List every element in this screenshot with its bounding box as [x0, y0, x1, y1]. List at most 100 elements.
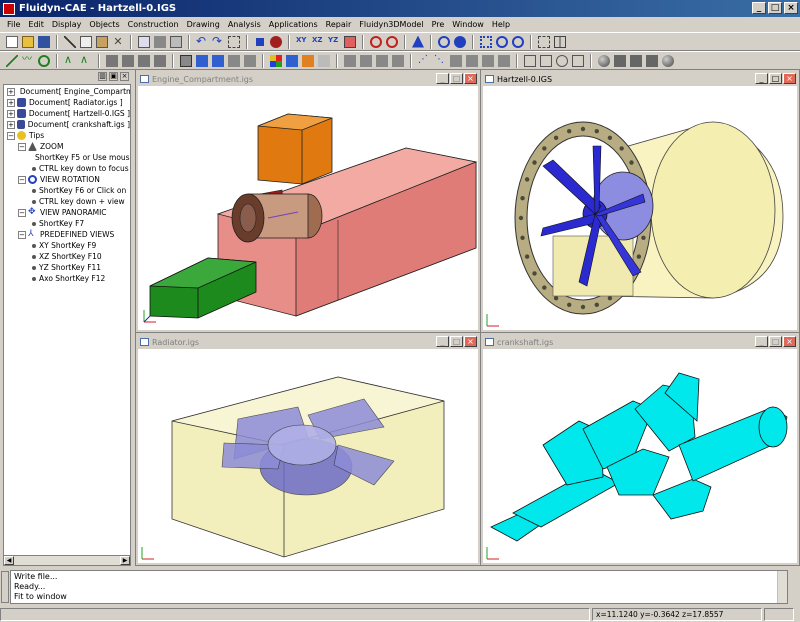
tree-document-engine[interactable]: + Document[ Engine_Compartment.igs ]	[4, 86, 130, 97]
open-folder-icon[interactable]	[22, 35, 34, 48]
mesh3-icon[interactable]	[376, 54, 388, 67]
tree-tips[interactable]: − Tips	[4, 130, 130, 141]
window-maximize-button[interactable]: □	[769, 336, 782, 347]
output-log[interactable]: Write file... Ready... Fit to window	[10, 570, 788, 604]
menu-file[interactable]: File	[3, 20, 24, 29]
redo-icon[interactable]: ↷	[212, 35, 224, 48]
tree-tip-item[interactable]: ShortKey F5 or Use mouse	[4, 152, 130, 163]
expand-icon[interactable]: +	[7, 87, 15, 96]
polyline-icon[interactable]: 〰	[22, 54, 34, 67]
light-icon[interactable]	[318, 54, 330, 67]
view-window-engine[interactable]: Engine_Compartment.igs _ □ ×	[135, 69, 481, 333]
close-button[interactable]: ×	[784, 2, 798, 14]
tree-document-crankshaft[interactable]: + Document[ crankshaft.igs ]	[4, 119, 130, 130]
tree-tip-item[interactable]: ShortKey F6 or Click on	[4, 185, 130, 196]
filter-icon[interactable]	[254, 35, 266, 48]
menu-drawing[interactable]: Drawing	[183, 20, 224, 29]
tree-tip-item[interactable]: YZ ShortKey F11	[4, 262, 130, 273]
surface3-icon[interactable]	[138, 54, 150, 67]
collapse-icon[interactable]: −	[7, 131, 15, 140]
mesh2-icon[interactable]	[360, 54, 372, 67]
tree-tip-item[interactable]: CTRL key down to focus	[4, 163, 130, 174]
menu-construction[interactable]: Construction	[124, 20, 183, 29]
new-file-icon[interactable]	[6, 35, 18, 48]
scroll-left-icon[interactable]: ◀	[4, 556, 14, 565]
radiator-viewport[interactable]	[138, 349, 478, 563]
menu-edit[interactable]: Edit	[24, 20, 48, 29]
hartzell-fan-viewport[interactable]	[483, 86, 797, 330]
collapse-icon[interactable]: −	[18, 208, 26, 217]
document-icon[interactable]	[138, 35, 150, 48]
panel-close-button[interactable]: ×	[120, 72, 129, 81]
split-icon[interactable]	[450, 54, 462, 67]
square-icon[interactable]	[524, 54, 536, 67]
zoom-icon[interactable]	[438, 35, 450, 48]
cut-icon[interactable]	[64, 35, 76, 48]
engine-compartment-viewport[interactable]	[138, 86, 478, 330]
window-close-button[interactable]: ×	[464, 73, 477, 84]
menu-applications[interactable]: Applications	[265, 20, 322, 29]
crankshaft-viewport[interactable]	[483, 349, 797, 563]
window-minimize-button[interactable]: _	[436, 336, 449, 347]
window-minimize-button[interactable]: _	[755, 336, 768, 347]
output-panel-grip[interactable]	[1, 571, 9, 603]
window-minimize-button[interactable]: _	[755, 73, 768, 84]
menu-analysis[interactable]: Analysis	[224, 20, 265, 29]
collapse-icon[interactable]: −	[18, 175, 26, 184]
rotate-view-icon[interactable]	[386, 35, 398, 48]
copy-icon[interactable]	[80, 35, 92, 48]
expand-icon[interactable]: +	[7, 109, 15, 118]
tree-document-radiator[interactable]: + Document[ Radiator.igs ]	[4, 97, 130, 108]
torus-icon[interactable]	[646, 54, 658, 67]
view-yz-icon[interactable]: YZ	[328, 36, 340, 48]
tree-document-hartzell[interactable]: + Document[ Hartzell-0.IGS ]	[4, 108, 130, 119]
window-close-button[interactable]: ×	[783, 336, 796, 347]
ellipse-icon[interactable]	[556, 54, 568, 67]
curve-icon[interactable]: ∧	[80, 54, 92, 67]
expand-icon[interactable]: +	[7, 98, 15, 107]
shading-icon[interactable]	[286, 54, 298, 67]
expand-icon[interactable]: +	[7, 120, 15, 129]
extrude-icon[interactable]	[482, 54, 494, 67]
view-window-crankshaft[interactable]: crankshaft.igs _ □ ×	[480, 332, 800, 566]
menu-pre[interactable]: Pre	[428, 20, 449, 29]
circle-icon[interactable]	[38, 54, 50, 67]
refresh-icon[interactable]	[496, 35, 508, 48]
fit-icon[interactable]	[454, 35, 466, 48]
delete-icon[interactable]: ✕	[112, 36, 124, 48]
line-icon[interactable]	[6, 54, 18, 67]
paste-icon[interactable]	[96, 35, 108, 48]
tree-tip-item[interactable]: XY ShortKey F9	[4, 240, 130, 251]
undo-icon[interactable]: ↶	[196, 35, 208, 48]
rectangle-icon[interactable]	[540, 54, 552, 67]
tree-tip-item[interactable]: CTRL key down + view	[4, 196, 130, 207]
menu-repair[interactable]: Repair	[322, 20, 356, 29]
tree-zoom[interactable]: − ZOOM	[4, 141, 130, 152]
print-icon[interactable]	[154, 35, 166, 48]
menu-help[interactable]: Help	[488, 20, 514, 29]
connect-icon[interactable]: ⋱	[434, 54, 446, 67]
mesh-icon[interactable]	[344, 54, 356, 67]
mesh4-icon[interactable]	[392, 54, 404, 67]
color-map-icon[interactable]	[270, 54, 282, 67]
menu-fluidyn3dmodel[interactable]: Fluidyn3DModel	[355, 20, 427, 29]
tree-predefined-views[interactable]: − ⅄ PREDEFINED VIEWS	[4, 229, 130, 240]
output-vertical-scrollbar[interactable]	[777, 571, 787, 603]
frame-icon[interactable]	[538, 35, 550, 48]
ball-icon[interactable]	[662, 54, 674, 67]
solid-box-icon[interactable]	[228, 54, 240, 67]
menu-display[interactable]: Display	[48, 20, 86, 29]
tree-tip-item[interactable]: XZ ShortKey F10	[4, 251, 130, 262]
cone-icon[interactable]	[630, 54, 642, 67]
window-maximize-button[interactable]: □	[450, 73, 463, 84]
panel-dock-button[interactable]: ▥	[98, 72, 107, 81]
menu-objects[interactable]: Objects	[85, 20, 123, 29]
window-close-button[interactable]: ×	[464, 336, 477, 347]
tree-view-panoramic[interactable]: − ✥ VIEW PANORAMIC	[4, 207, 130, 218]
surface2-icon[interactable]	[122, 54, 134, 67]
view-window-hartzell[interactable]: Hartzell-0.IGS _ □ ×	[480, 69, 800, 333]
merge-icon[interactable]	[466, 54, 478, 67]
cylinder-icon[interactable]	[614, 54, 626, 67]
scroll-right-icon[interactable]: ▶	[120, 556, 130, 565]
collapse-icon[interactable]: −	[18, 142, 26, 151]
